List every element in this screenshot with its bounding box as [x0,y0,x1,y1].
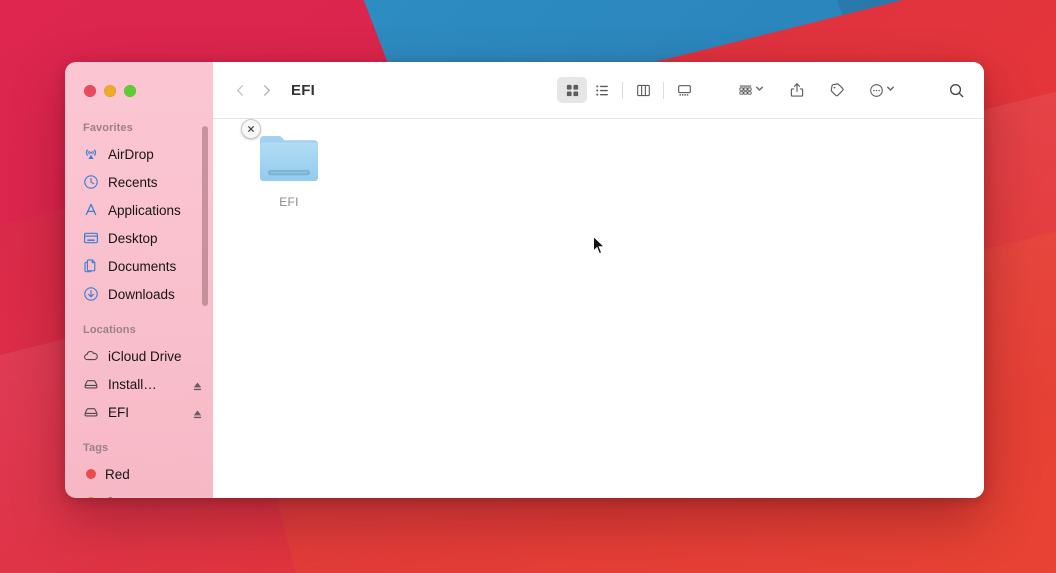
folder-icon [241,119,321,185]
view-mode-column-button[interactable] [628,77,658,103]
search-button[interactable] [945,77,968,103]
sidebar-item-desktop[interactable]: Desktop [65,224,213,252]
sidebar-scrollbar-thumb[interactable] [202,126,208,306]
view-mode-gallery-button[interactable] [669,77,699,103]
downloads-icon [83,286,99,302]
view-mode-list-button[interactable] [587,77,617,103]
sidebar-item-tag-red[interactable]: Red [65,460,213,488]
sidebar-item-label: AirDrop [108,146,154,162]
tag-dot-icon [86,469,96,479]
view-mode-icon-button[interactable] [557,77,587,103]
sidebar-item-label: Applications [108,202,181,218]
sidebar-item-airdrop[interactable]: AirDrop [65,140,213,168]
sidebar-item-recents[interactable]: Recents [65,168,213,196]
close-badge-icon[interactable] [241,119,261,139]
forward-button[interactable] [253,77,279,103]
icloud-icon [83,348,99,364]
sidebar-section-tags-title: Tags [83,442,109,454]
toolbar-separator [663,81,664,99]
sidebar-item-label: Install… [108,376,157,392]
clock-icon [83,174,99,190]
airdrop-icon [83,146,99,162]
folder-glyph [260,136,318,181]
sidebar-scroll-area: Favorites AirDrop Recents Applications D… [65,110,213,498]
file-item-label: EFI [279,195,299,209]
page-title: EFI [291,81,315,99]
minimize-window-button[interactable] [104,85,116,97]
chevron-down-icon [754,81,765,99]
sidebar-item-label: Red [105,466,130,482]
eject-icon[interactable] [192,379,203,390]
chevron-down-icon [885,81,896,99]
sidebar-section-favorites-title: Favorites [83,122,133,134]
finder-window: Favorites AirDrop Recents Applications D… [65,62,984,498]
main-pane: EFI EFI [213,62,984,498]
desktop-icon [83,230,99,246]
toolbar: EFI [213,62,984,118]
close-window-button[interactable] [84,85,96,97]
file-grid[interactable]: EFI [213,119,984,498]
group-items-button[interactable] [735,77,768,103]
sidebar-item-label: Documents [108,258,177,274]
drive-icon [83,376,99,392]
sidebar-item-label: iCloud Drive [108,348,182,364]
sidebar: Favorites AirDrop Recents Applications D… [65,62,213,498]
sidebar-item-label: EFI [108,404,130,420]
tag-dot-icon [86,497,96,498]
sidebar-item-label: Desktop [108,230,158,246]
sidebar-item-label: Orange [105,495,150,499]
sidebar-section-locations-title: Locations [83,324,136,336]
back-button[interactable] [227,77,253,103]
traffic-lights [65,62,213,97]
maximize-window-button[interactable] [124,85,136,97]
share-button[interactable] [786,77,808,103]
applications-icon [83,202,99,218]
sidebar-item-tag-orange[interactable]: Orange [65,488,213,498]
sidebar-item-efi-drive[interactable]: EFI [65,398,213,426]
sidebar-item-label: Recents [108,174,158,190]
view-mode-segmented-control [557,77,699,103]
sidebar-item-applications[interactable]: Applications [65,196,213,224]
sidebar-item-documents[interactable]: Documents [65,252,213,280]
toolbar-separator [622,81,623,99]
drive-icon [83,404,99,420]
documents-icon [83,258,99,274]
sidebar-item-icloud-drive[interactable]: iCloud Drive [65,342,213,370]
more-options-button[interactable] [866,77,899,103]
sidebar-item-install-drive[interactable]: Install… [65,370,213,398]
tags-button[interactable] [826,77,848,103]
file-item-efi[interactable]: EFI [239,119,339,210]
sidebar-item-label: Downloads [108,286,175,302]
sidebar-item-downloads[interactable]: Downloads [65,280,213,308]
eject-icon[interactable] [192,407,203,418]
